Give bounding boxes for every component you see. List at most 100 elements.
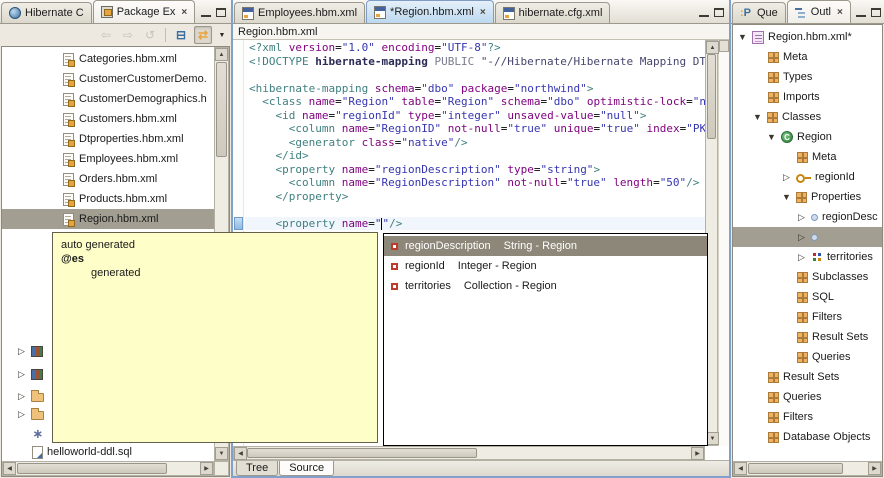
project-item-helloworld-ddl-sql[interactable]: helloworld-ddl.sql <box>2 443 132 461</box>
code-line-12[interactable]: </property> <box>245 190 705 204</box>
scroll-thumb[interactable] <box>17 463 167 474</box>
list-item-categories-hbm-xml[interactable]: Categories.hbm.xml <box>2 49 214 69</box>
back-button[interactable]: ⇦ <box>97 26 115 44</box>
code-line-13[interactable] <box>245 203 705 217</box>
tab-employees-hbm-xml[interactable]: Employees.hbm.xml <box>234 2 365 23</box>
expand-arrow-icon[interactable]: ▷ <box>16 346 27 356</box>
scroll-right-button[interactable]: ▶ <box>868 462 881 475</box>
tab-outl[interactable]: Outl× <box>787 0 851 23</box>
package-explorer-hscrollbar[interactable]: ◀▶ <box>2 461 214 476</box>
code-line-7[interactable]: <column name="RegionID" not-null="true" … <box>245 122 705 136</box>
overview-ruler[interactable] <box>718 40 729 446</box>
code-line-8[interactable]: <generator class="native"/> <box>245 136 705 150</box>
list-item-region-hbm-xml[interactable]: Region.hbm.xml <box>2 209 214 229</box>
code-line-9[interactable]: </id> <box>245 149 705 163</box>
minimize-button[interactable] <box>201 9 211 17</box>
forward-button[interactable]: ⇨ <box>119 26 137 44</box>
outline-item-classes[interactable]: ▼Classes <box>733 107 882 127</box>
minimize-button[interactable] <box>699 9 709 17</box>
close-icon[interactable]: × <box>480 7 486 18</box>
code-line-4[interactable]: <hibernate-mapping schema="dbo" package=… <box>245 82 705 96</box>
outline-item-sql[interactable]: SQL <box>733 287 882 307</box>
scroll-thumb[interactable] <box>247 448 477 458</box>
code-line-10[interactable]: <property name="regionDescription" type=… <box>245 163 705 177</box>
code-line-11[interactable]: <column name="RegionDescription" not-nul… <box>245 176 705 190</box>
expand-arrow-icon[interactable]: ▷ <box>16 369 27 379</box>
scroll-right-button[interactable]: ▶ <box>200 462 213 475</box>
scroll-thumb[interactable] <box>707 54 716 139</box>
assist-item-territories[interactable]: territoriesCollection - Region <box>384 276 707 296</box>
tab-hibernate-cfg-xml[interactable]: hibernate.cfg.xml <box>495 2 611 23</box>
project-item-star[interactable] <box>2 425 44 443</box>
list-item-customerdemographics-h[interactable]: CustomerDemographics.h <box>2 89 214 109</box>
scroll-up-button[interactable]: ▲ <box>215 48 228 61</box>
maximize-button[interactable] <box>216 8 226 17</box>
outline-hscrollbar[interactable]: ◀▶ <box>733 461 882 476</box>
scroll-left-button[interactable]: ◀ <box>734 462 747 475</box>
outline-item-types[interactable]: Types <box>733 67 882 87</box>
view-menu-button[interactable]: ▼ <box>216 26 228 44</box>
code-text[interactable]: <?xml version="1.0" encoding="UTF-8"?><!… <box>245 41 705 230</box>
outline-item-result-sets[interactable]: Result Sets <box>733 367 882 387</box>
code-line-3[interactable] <box>245 68 705 82</box>
expand-arrow-icon[interactable]: ▷ <box>796 232 807 242</box>
tab-que[interactable]: Que <box>732 2 786 23</box>
page-tab-source[interactable]: Source <box>279 461 334 476</box>
expand-arrow-icon[interactable]: ▷ <box>16 391 27 401</box>
code-line-1[interactable]: <?xml version="1.0" encoding="UTF-8"?> <box>245 41 705 55</box>
outline-item-imports[interactable]: Imports <box>733 87 882 107</box>
list-item-customers-hbm-xml[interactable]: Customers.hbm.xml <box>2 109 214 129</box>
scroll-thumb[interactable] <box>216 62 227 157</box>
outline-item-regiondesc[interactable]: ▷regionDesc <box>733 207 882 227</box>
outline-item-meta[interactable]: Meta <box>733 147 882 167</box>
close-icon[interactable]: × <box>181 7 187 18</box>
refresh-button[interactable]: ↺ <box>141 26 159 44</box>
tab-hibernate-c[interactable]: Hibernate C <box>1 2 92 23</box>
project-item-folder[interactable]: ▷ <box>2 405 44 423</box>
expand-arrow-icon[interactable]: ▷ <box>781 172 792 182</box>
outline-item-new-property[interactable]: ▷ <box>733 227 882 247</box>
code-line-5[interactable]: <class name="Region" table="Region" sche… <box>245 95 705 109</box>
collapse-arrow-icon[interactable]: ▼ <box>766 132 777 142</box>
scroll-left-button[interactable]: ◀ <box>234 447 247 460</box>
assist-item-regionid[interactable]: regionIdInteger - Region <box>384 256 707 276</box>
list-item-dtproperties-hbm-xml[interactable]: Dtproperties.hbm.xml <box>2 129 214 149</box>
outline-item-filters[interactable]: Filters <box>733 307 882 327</box>
code-line-2[interactable]: <!DOCTYPE hibernate-mapping PUBLIC "-//H… <box>245 55 705 69</box>
code-line-14[interactable]: <property name=""/> <box>245 217 705 231</box>
code-line-6[interactable]: <id name="regionId" type="integer" unsav… <box>245 109 705 123</box>
tab-region-hbm-xml[interactable]: *Region.hbm.xml× <box>366 0 494 23</box>
list-item-customercustomerdemo[interactable]: CustomerCustomerDemo. <box>2 69 214 89</box>
collapse-all-button[interactable]: ⊟ <box>172 26 190 44</box>
scroll-thumb[interactable] <box>748 463 843 474</box>
outline-item-region-hbm-xml[interactable]: ▼Region.hbm.xml* <box>733 27 882 47</box>
outline-item-meta[interactable]: Meta <box>733 47 882 67</box>
outline-item-territories[interactable]: ▷territories <box>733 247 882 267</box>
expand-arrow-icon[interactable]: ▷ <box>796 252 807 262</box>
minimize-button[interactable] <box>856 9 866 17</box>
scroll-right-button[interactable]: ▶ <box>691 447 704 460</box>
outline-item-subclasses[interactable]: Subclasses <box>733 267 882 287</box>
tab-package-ex[interactable]: Package Ex× <box>93 0 196 23</box>
project-item-library[interactable]: ▷ <box>2 342 43 360</box>
scroll-down-button[interactable]: ▼ <box>215 447 228 460</box>
outline-item-properties[interactable]: ▼Properties <box>733 187 882 207</box>
outline-item-database-objects[interactable]: Database Objects <box>733 427 882 447</box>
outline-item-filters[interactable]: Filters <box>733 407 882 427</box>
assist-item-regiondescription[interactable]: regionDescriptionString - Region <box>384 236 707 256</box>
list-item-products-hbm-xml[interactable]: Products.hbm.xml <box>2 189 214 209</box>
scroll-left-button[interactable]: ◀ <box>3 462 16 475</box>
collapse-arrow-icon[interactable]: ▼ <box>781 192 792 202</box>
outline-item-queries[interactable]: Queries <box>733 347 882 367</box>
page-tab-tree[interactable]: Tree <box>236 461 278 476</box>
collapse-arrow-icon[interactable]: ▼ <box>737 32 748 42</box>
close-icon[interactable]: × <box>837 7 843 18</box>
scroll-up-button[interactable]: ▲ <box>706 41 719 54</box>
expand-arrow-icon[interactable]: ▷ <box>796 212 807 222</box>
maximize-button[interactable] <box>714 8 724 17</box>
outline-item-region[interactable]: ▼Region <box>733 127 882 147</box>
overview-ruler-header[interactable] <box>719 40 729 52</box>
list-item-orders-hbm-xml[interactable]: Orders.hbm.xml <box>2 169 214 189</box>
editor-hscrollbar[interactable]: ◀▶ <box>233 446 705 460</box>
outline-item-regionid[interactable]: ▷regionId <box>733 167 882 187</box>
